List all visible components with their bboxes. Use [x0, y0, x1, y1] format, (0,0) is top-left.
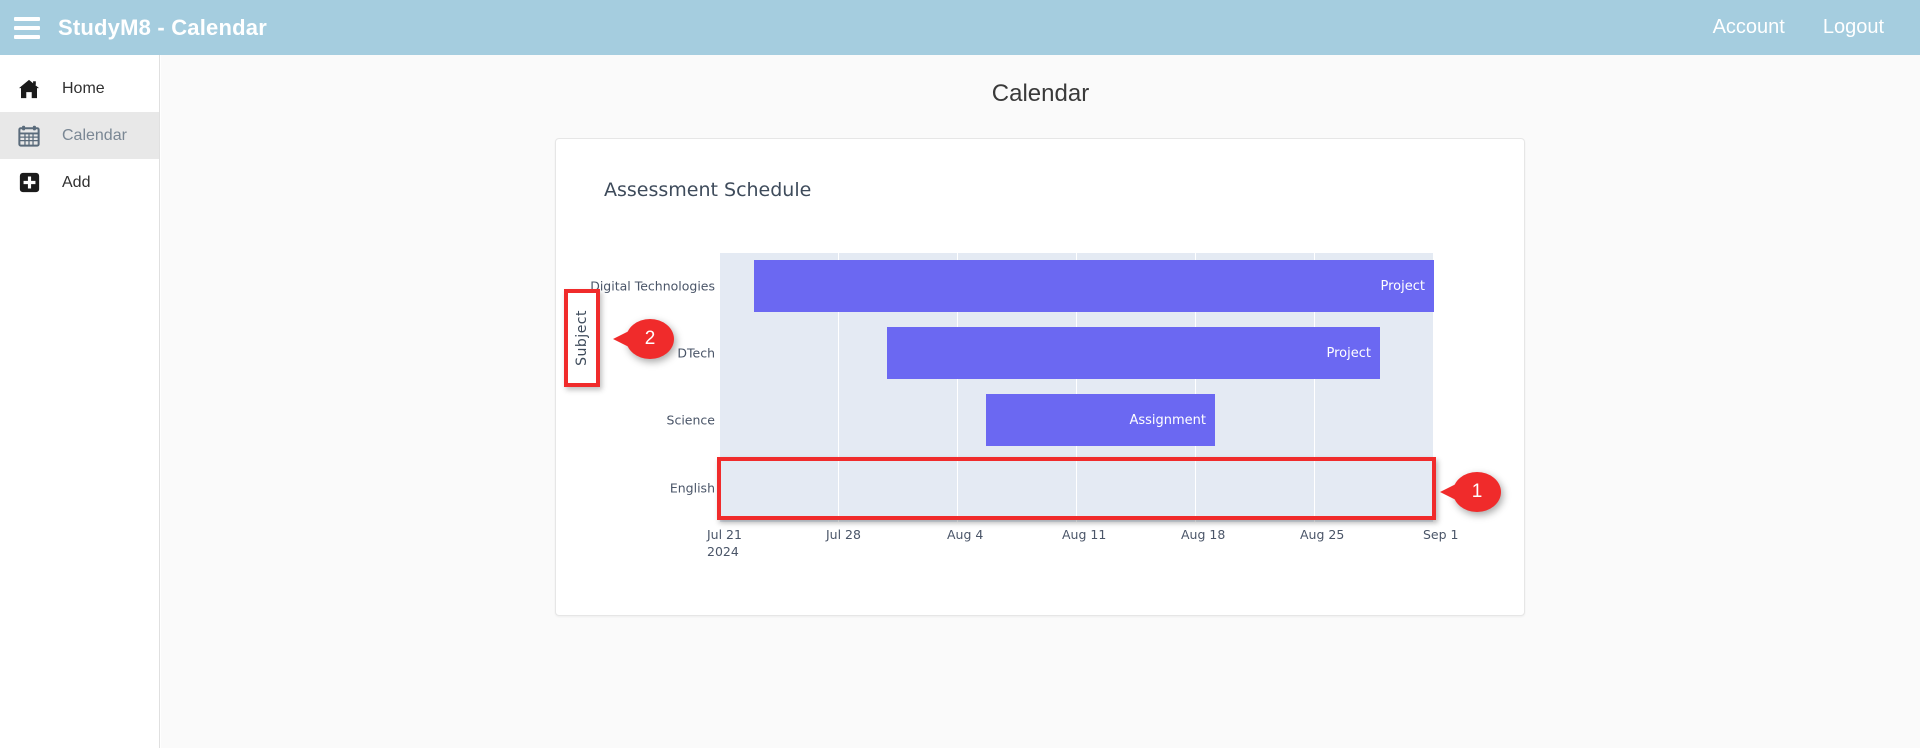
- top-navbar: StudyM8 - Calendar Account Logout: [0, 0, 1920, 55]
- hamburger-icon[interactable]: [14, 16, 40, 39]
- nav-link-account[interactable]: Account: [1713, 16, 1785, 39]
- sidebar-item-label-add: Add: [62, 173, 91, 191]
- plus-square-icon: [14, 169, 44, 197]
- gridline-0: [719, 253, 720, 522]
- bar-label-science: Assignment: [1129, 412, 1206, 428]
- navbar-links: Account Logout: [1713, 16, 1884, 39]
- sidebar: Home Calendar Add: [0, 55, 160, 748]
- x-tick-aug-11: Aug 11: [1062, 527, 1107, 542]
- x-tick-aug-4: Aug 4: [947, 527, 984, 542]
- y-tick-dtech: DTech: [677, 345, 715, 361]
- calendar-card: Assessment Schedule Subject Digital Tech…: [555, 138, 1525, 616]
- annotation-callout-1: 1: [1440, 472, 1501, 512]
- bar-dtech[interactable]: Project: [887, 327, 1380, 379]
- x-tick-jul-21: Jul 21 2024: [707, 527, 742, 559]
- annotation-callout-2-number: 2: [644, 328, 656, 349]
- bar-science[interactable]: Assignment: [986, 394, 1215, 446]
- x-tick-jul-28: Jul 28: [826, 527, 861, 542]
- page-title: Calendar: [991, 80, 1090, 107]
- x-tick-aug-18: Aug 18: [1181, 527, 1226, 542]
- sidebar-item-home[interactable]: Home: [0, 65, 159, 112]
- bar-label-digital-technologies: Project: [1380, 278, 1425, 294]
- x-tick-aug-25: Aug 25: [1300, 527, 1345, 542]
- app-brand-title[interactable]: StudyM8 - Calendar: [58, 15, 267, 41]
- sidebar-item-label-home: Home: [62, 79, 105, 97]
- nav-link-logout[interactable]: Logout: [1823, 16, 1884, 39]
- hamburger-bar-3: [14, 34, 40, 39]
- plot-area: Digital Technologies DTech Science Engli…: [590, 253, 1459, 559]
- annotation-callout-2: 2: [613, 319, 674, 359]
- sidebar-item-calendar[interactable]: Calendar: [0, 112, 159, 159]
- y-tick-digital-technologies: Digital Technologies: [590, 278, 715, 294]
- main-content: Calendar Assessment Schedule Subject Dig…: [161, 55, 1920, 748]
- y-axis-title: Subject: [574, 310, 590, 366]
- sidebar-item-add[interactable]: Add: [0, 159, 159, 206]
- y-tick-science: Science: [666, 412, 715, 428]
- calendar-icon: [14, 122, 44, 150]
- bar-label-dtech: Project: [1326, 345, 1371, 361]
- x-tick-jul-21-label: Jul 21: [707, 527, 742, 542]
- annotation-callout-1-number: 1: [1471, 481, 1483, 502]
- hamburger-bar-2: [14, 25, 40, 30]
- y-tick-english: English: [669, 480, 715, 496]
- subject-axis-title-box: Subject: [564, 289, 600, 387]
- bar-digital-technologies[interactable]: Project: [754, 260, 1434, 312]
- gantt-chart: Subject Digital Technologies DTech Scien…: [556, 139, 1526, 617]
- hamburger-bar-1: [14, 16, 40, 21]
- x-axis-year: 2024: [707, 544, 739, 559]
- home-icon: [14, 75, 44, 103]
- sidebar-item-label-calendar: Calendar: [62, 126, 127, 144]
- x-tick-sep-1: Sep 1: [1423, 527, 1459, 542]
